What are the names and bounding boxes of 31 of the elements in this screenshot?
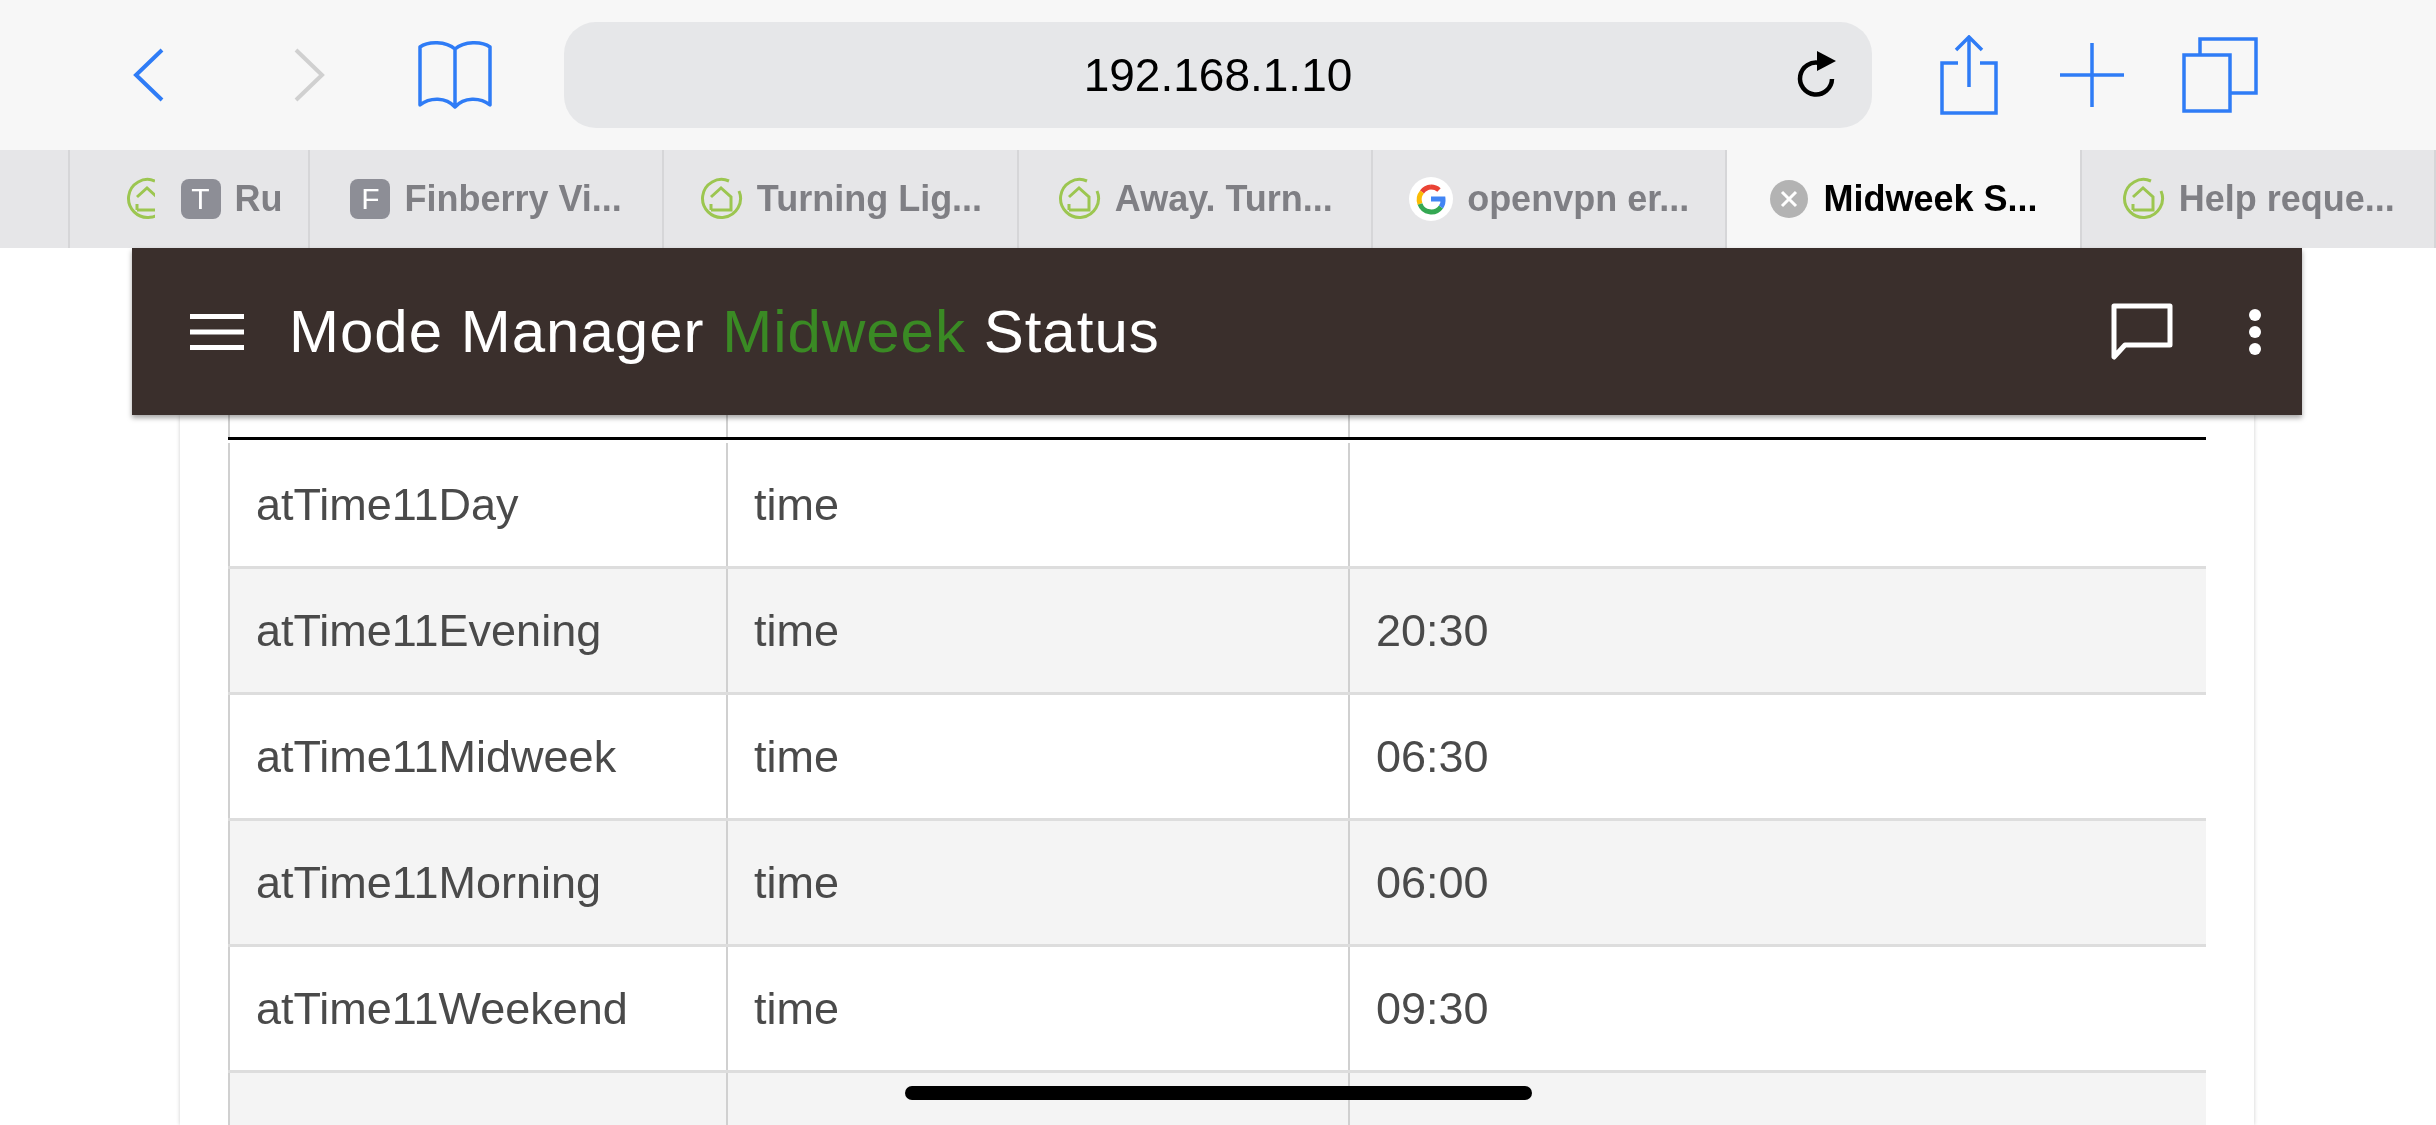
tab-favicon: F [350,179,391,219]
close-icon[interactable] [1769,179,1810,219]
house-icon [2120,177,2165,221]
tabs-icon[interactable] [2182,37,2258,113]
house-icon [698,177,743,221]
page-title: Mode Manager Midweek Status [289,297,1161,366]
table-cell: 20:30 [1348,569,2206,692]
plus-icon[interactable] [2060,43,2124,107]
table-cell: atTime11Evening [228,569,726,692]
table-cell: time [726,443,1348,566]
table-cell: atTime11Morning [228,821,726,944]
table-cell: time [726,695,1348,818]
comment-icon[interactable] [2111,302,2173,361]
google-icon [1409,177,1454,221]
table-cell: time [726,821,1348,944]
table-cell: atTime11Weekend [228,947,726,1070]
menu-icon[interactable] [190,313,244,350]
more-icon[interactable] [2248,307,2262,356]
table-cell: time [726,947,1348,1070]
table-cell: time [726,569,1348,692]
table-cell: atTime11Midweek [228,695,726,818]
table-cell: 06:00 [1348,821,2206,944]
browser-tab[interactable]: Midweek S... [1727,150,2082,248]
address-field[interactable]: 192.168.1.10 [564,22,1872,128]
tab-favicon: T [180,179,221,219]
share-icon[interactable] [1940,35,1998,115]
book-icon[interactable] [416,39,494,111]
house-icon [1056,177,1101,221]
table-cell: 06:30 [1348,695,2206,818]
table-cell: 09:30 [1348,947,2206,1070]
table-cell: atTime11Day [228,443,726,566]
